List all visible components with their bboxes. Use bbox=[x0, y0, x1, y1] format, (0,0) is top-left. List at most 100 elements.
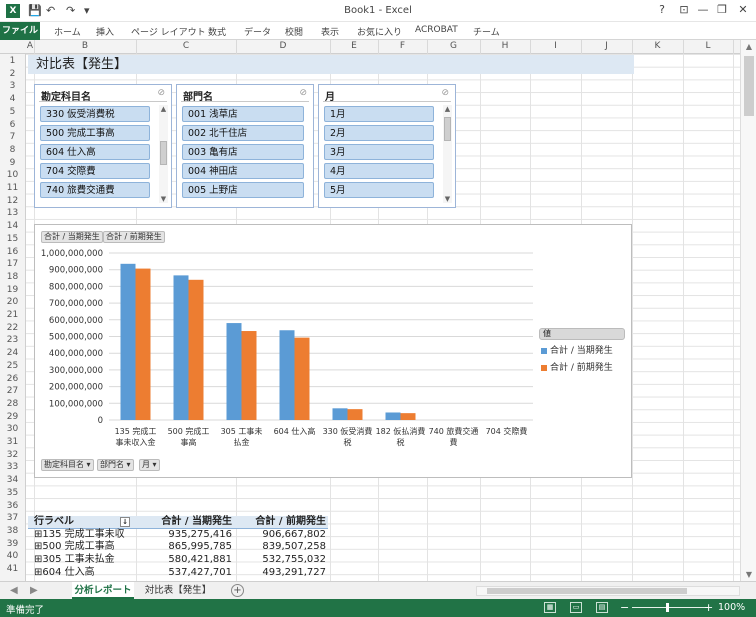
restore-button[interactable]: ❐ bbox=[715, 3, 729, 16]
scroll-thumb[interactable] bbox=[744, 56, 754, 116]
tab-favorites[interactable]: お気に入り bbox=[357, 25, 402, 38]
legend-field-button[interactable]: 値 bbox=[539, 328, 625, 340]
slicer-item[interactable]: 005 上野店 bbox=[182, 182, 304, 198]
zoom-slider-handle[interactable] bbox=[666, 603, 669, 612]
row-header[interactable]: 29 bbox=[0, 412, 25, 422]
table-row[interactable]: ⊞500 完成工事高 865,995,785 839,507,258 bbox=[28, 541, 328, 554]
slicer-item[interactable]: 5月 bbox=[324, 182, 434, 198]
row-header[interactable]: 31 bbox=[0, 437, 25, 447]
value-field-button[interactable]: 合計 / 当期発生 bbox=[41, 231, 103, 243]
slicer-item[interactable]: 003 亀有店 bbox=[182, 144, 304, 160]
axis-field-button[interactable]: 部門名 ▾ bbox=[97, 459, 134, 471]
tab-insert[interactable]: 挿入 bbox=[96, 25, 114, 38]
clear-filter-icon[interactable]: ⊘ bbox=[299, 88, 307, 98]
add-sheet-button[interactable]: + bbox=[231, 584, 244, 597]
row-header[interactable]: 19 bbox=[0, 285, 25, 295]
horizontal-scrollbar[interactable] bbox=[476, 586, 740, 596]
slicer-item[interactable]: 2月 bbox=[324, 125, 434, 141]
slicer-item[interactable]: 4月 bbox=[324, 163, 434, 179]
slicer-item[interactable]: 004 神田店 bbox=[182, 163, 304, 179]
row-header[interactable]: 3 bbox=[0, 81, 25, 91]
row-header[interactable]: 25 bbox=[0, 361, 25, 371]
row-header[interactable]: 38 bbox=[0, 526, 25, 536]
scroll-down-icon[interactable]: ▼ bbox=[741, 570, 756, 579]
table-row[interactable]: ⊞604 仕入高 537,427,701 493,291,727 bbox=[28, 567, 328, 580]
row-header[interactable]: 39 bbox=[0, 539, 25, 549]
ribbon-options-icon[interactable]: ⊡ bbox=[677, 3, 691, 16]
slicer-scrollbar[interactable]: ▲ ▼ bbox=[159, 105, 168, 203]
slicer-item[interactable]: 604 仕入高 bbox=[40, 144, 150, 160]
tab-view[interactable]: 表示 bbox=[321, 25, 339, 38]
axis-field-button[interactable]: 勘定科目名 ▾ bbox=[41, 459, 94, 471]
row-header[interactable]: 30 bbox=[0, 424, 25, 434]
slicer-account[interactable]: 勘定科目名 ⊘ 330 仮受消費税 500 完成工事高 604 仕入高 704 … bbox=[34, 84, 172, 208]
column-header[interactable]: F bbox=[378, 41, 427, 51]
row-header[interactable]: 35 bbox=[0, 488, 25, 498]
column-header[interactable]: K bbox=[632, 41, 683, 51]
row-header[interactable]: 18 bbox=[0, 272, 25, 282]
row-header[interactable]: 41 bbox=[0, 564, 25, 574]
sheet-tab-comparison[interactable]: 対比表【発生】 bbox=[138, 582, 218, 599]
row-header[interactable]: 28 bbox=[0, 399, 25, 409]
clear-filter-icon[interactable]: ⊘ bbox=[157, 88, 165, 98]
column-header[interactable]: D bbox=[236, 41, 330, 51]
filter-dropdown-icon[interactable]: ↓ bbox=[120, 517, 130, 527]
column-header[interactable]: I bbox=[530, 41, 581, 51]
row-header[interactable]: 32 bbox=[0, 450, 25, 460]
minimize-button[interactable]: — bbox=[696, 3, 710, 16]
row-header[interactable]: 11 bbox=[0, 183, 25, 193]
row-header[interactable]: 17 bbox=[0, 259, 25, 269]
row-header[interactable]: 16 bbox=[0, 247, 25, 257]
row-header[interactable]: 33 bbox=[0, 462, 25, 472]
row-header[interactable]: 9 bbox=[0, 158, 25, 168]
slicer-item[interactable]: 001 浅草店 bbox=[182, 106, 304, 122]
row-header[interactable]: 26 bbox=[0, 374, 25, 384]
vertical-scrollbar[interactable]: ▲ ▼ bbox=[740, 40, 756, 581]
table-row[interactable]: ⊞305 工事未払金 580,421,881 532,755,032 bbox=[28, 554, 328, 567]
axis-field-button[interactable]: 月 ▾ bbox=[139, 459, 160, 471]
row-header[interactable]: 1 bbox=[0, 56, 25, 66]
tab-formulas[interactable]: 数式 bbox=[208, 25, 226, 38]
column-header[interactable]: C bbox=[136, 41, 236, 51]
table-row[interactable]: ⊞135 完成工事未収 935,275,416 906,667,802 bbox=[28, 529, 328, 542]
column-header[interactable]: G bbox=[427, 41, 480, 51]
tab-home[interactable]: ホーム bbox=[54, 25, 81, 38]
row-header[interactable]: 2 bbox=[0, 69, 25, 79]
column-header[interactable]: A bbox=[26, 41, 34, 51]
slicer-item[interactable]: 500 完成工事高 bbox=[40, 125, 150, 141]
slicer-item[interactable]: 1月 bbox=[324, 106, 434, 122]
column-header[interactable]: L bbox=[683, 41, 733, 51]
value-field-button[interactable]: 合計 / 前期発生 bbox=[103, 231, 165, 243]
worksheet[interactable]: 対比表【発生】 勘定科目名 ⊘ 330 仮受消費税 500 完成工事高 604 … bbox=[26, 54, 740, 581]
tab-acrobat[interactable]: ACROBAT bbox=[415, 25, 458, 35]
zoom-out-button[interactable]: − bbox=[620, 601, 629, 614]
column-header[interactable]: B bbox=[34, 41, 136, 51]
row-header[interactable]: 8 bbox=[0, 145, 25, 155]
slicer-item[interactable]: 330 仮受消費税 bbox=[40, 106, 150, 122]
row-header[interactable]: 13 bbox=[0, 208, 25, 218]
row-header[interactable]: 23 bbox=[0, 335, 25, 345]
row-header[interactable]: 4 bbox=[0, 94, 25, 104]
row-header[interactable]: 10 bbox=[0, 170, 25, 180]
row-header[interactable]: 22 bbox=[0, 323, 25, 333]
row-header[interactable]: 7 bbox=[0, 132, 25, 142]
row-header[interactable]: 5 bbox=[0, 107, 25, 117]
sheet-tab-analysis[interactable]: 分析レポート bbox=[72, 582, 134, 599]
row-header[interactable]: 34 bbox=[0, 475, 25, 485]
row-header[interactable]: 12 bbox=[0, 196, 25, 206]
slicer-item[interactable]: 704 交際費 bbox=[40, 163, 150, 179]
sheet-prev-icon[interactable]: ◀ bbox=[10, 585, 18, 596]
tab-review[interactable]: 校閲 bbox=[285, 25, 303, 38]
help-button[interactable]: ? bbox=[655, 3, 669, 16]
row-header[interactable]: 36 bbox=[0, 501, 25, 511]
slicer-department[interactable]: 部門名 ⊘ 001 浅草店 002 北千住店 003 亀有店 004 神田店 0… bbox=[176, 84, 314, 208]
zoom-in-button[interactable]: + bbox=[704, 601, 713, 614]
column-header[interactable]: E bbox=[330, 41, 378, 51]
tab-team[interactable]: チーム bbox=[473, 25, 500, 38]
normal-view-icon[interactable]: ▦ bbox=[544, 602, 556, 613]
row-header[interactable]: 15 bbox=[0, 234, 25, 244]
tab-page-layout[interactable]: ページ レイアウト bbox=[131, 25, 206, 38]
row-header[interactable]: 37 bbox=[0, 513, 25, 523]
slicer-item[interactable]: 740 旅費交通費 bbox=[40, 182, 150, 198]
close-button[interactable]: ✕ bbox=[736, 3, 750, 16]
